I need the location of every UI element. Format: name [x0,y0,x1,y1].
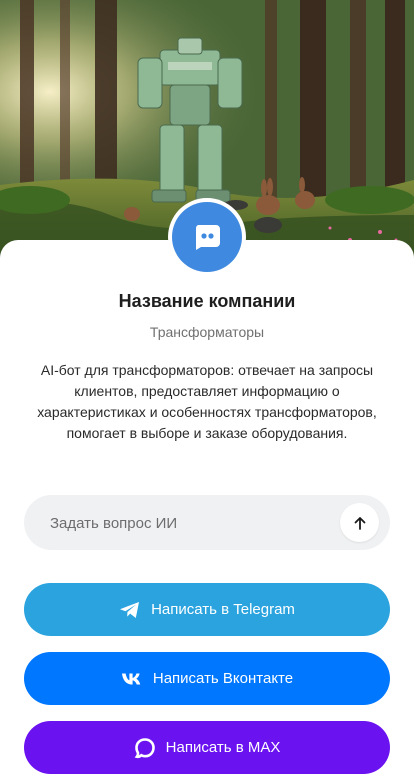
send-button[interactable] [340,503,379,542]
telegram-button[interactable]: Написать в Telegram [24,583,390,636]
vk-button-label: Написать Вконтакте [152,670,294,687]
company-description: AI-бот для трансформаторов: отвечает на … [37,362,377,441]
ask-ai-field [24,495,390,552]
company-avatar [168,198,246,276]
company-name: Название компании [118,291,296,311]
company-category: Трансформаторы [149,324,265,340]
max-icon [134,737,156,759]
telegram-icon [119,601,141,619]
arrow-up-icon [354,516,365,530]
vk-icon [121,672,143,686]
ask-ai-input[interactable] [48,495,352,552]
vk-button[interactable]: Написать Вконтакте [24,652,390,705]
max-button[interactable]: Написать в MAX [24,721,390,774]
chat-bot-icon [172,202,242,272]
max-button-label: Написать в MAX [165,739,281,756]
telegram-button-label: Написать в Telegram [151,601,295,618]
